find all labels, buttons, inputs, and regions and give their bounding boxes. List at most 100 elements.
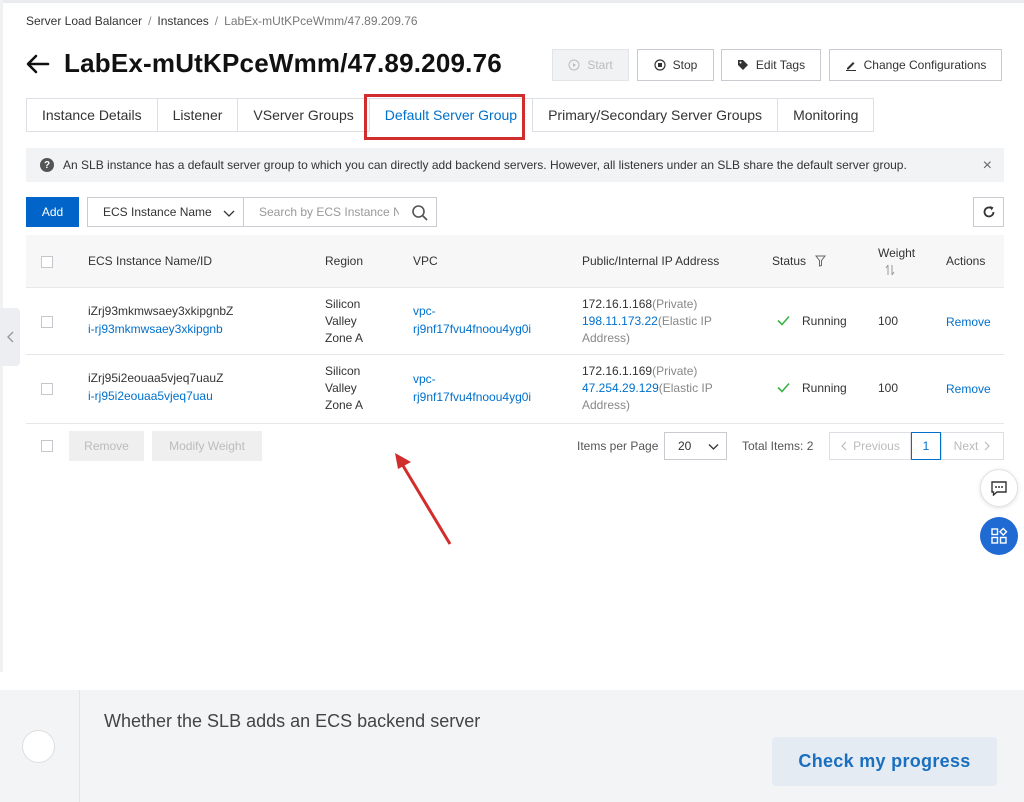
apps-float-button[interactable]	[980, 517, 1018, 555]
status-text: Running	[802, 381, 847, 395]
previous-page-button[interactable]: Previous	[829, 432, 911, 460]
current-page: 1	[922, 439, 930, 453]
check-progress-button[interactable]: Check my progress	[772, 737, 997, 786]
instance-name: iZrj95i2eouaa5vjeq7uauZ	[88, 371, 224, 385]
instance-id-link[interactable]: i-rj93mkmwsaey3xkipgnb	[88, 321, 223, 338]
page-title: LabEx-mUtKPceWmm/47.89.209.76	[64, 48, 502, 78]
table-header: ECS Instance Name/ID Region VPC Public/I…	[26, 235, 1004, 288]
stop-label: Stop	[672, 58, 698, 72]
refresh-icon	[983, 206, 994, 218]
column-header-ip: Public/Internal IP Address	[582, 254, 720, 268]
annotation-arrow-icon	[395, 453, 452, 545]
row-checkbox[interactable]	[41, 383, 53, 395]
edit-icon	[845, 62, 856, 71]
items-per-page-label: Items per Page	[577, 439, 659, 453]
vpc-link[interactable]: vpc-	[413, 371, 436, 388]
breadcrumb-separator: /	[214, 14, 219, 28]
tab-primary-secondary-server-groups[interactable]: Primary/Secondary Server Groups	[532, 98, 778, 132]
vpc-link-id[interactable]: rj9nf17fvu4fnoou4yg0i	[413, 321, 531, 338]
bulk-remove-button[interactable]: Remove	[69, 431, 144, 461]
sort-icon[interactable]	[885, 264, 895, 276]
sidebar-collapse-handle[interactable]	[0, 308, 20, 366]
private-ip-value: 172.16.1.169	[582, 364, 653, 378]
region-line: Valley	[325, 381, 357, 395]
tab-monitoring[interactable]: Monitoring	[777, 98, 875, 132]
edit-tags-button[interactable]: Edit Tags	[721, 49, 821, 81]
title-row: LabEx-mUtKPceWmm/47.89.209.76	[26, 48, 502, 79]
public-ip-value[interactable]: 198.11.173.22	[582, 314, 658, 328]
previous-label: Previous	[853, 439, 900, 453]
items-per-page-value: 20	[678, 439, 692, 453]
chat-icon	[991, 481, 1007, 496]
tab-instance-details[interactable]: Instance Details	[26, 98, 157, 132]
start-button[interactable]: Start	[552, 49, 629, 81]
notice-text: An SLB instance has a default server gro…	[63, 158, 907, 172]
public-ip-value[interactable]: 47.254.29.129	[582, 381, 659, 395]
chevron-right-icon	[984, 441, 991, 451]
next-page-button[interactable]: Next	[941, 432, 1004, 460]
remove-link[interactable]: Remove	[946, 314, 991, 331]
public-ip-label: (Elastic IP	[658, 381, 713, 395]
row-checkbox[interactable]	[41, 316, 53, 328]
breadcrumb-instances[interactable]: Instances	[157, 14, 208, 28]
page: Server Load Balancer / Instances / LabEx-mUt…	[0, 0, 1024, 802]
vpc-link-id[interactable]: rj9nf17fvu4fnoou4yg0i	[413, 389, 531, 406]
private-ip-label: (Private)	[652, 297, 698, 311]
column-header-weight: Weight	[878, 246, 916, 260]
column-header-region: Region	[325, 254, 364, 268]
next-label: Next	[953, 439, 979, 453]
tab-vserver-groups[interactable]: VServer Groups	[237, 98, 369, 132]
column-header-actions: Actions	[946, 254, 986, 268]
remove-link[interactable]: Remove	[946, 381, 991, 398]
table-row: iZrj95i2eouaa5vjeq7uauZ i-rj95i2eouaa5vj…	[26, 355, 1004, 424]
change-configurations-button[interactable]: Change Configurations	[829, 49, 1002, 81]
chevron-down-icon	[223, 210, 235, 217]
task-status-indicator	[22, 730, 55, 763]
page-1-button[interactable]: 1	[911, 432, 941, 460]
search-box	[243, 197, 437, 227]
check-icon	[777, 315, 790, 326]
chevron-left-icon	[6, 331, 13, 343]
public-ip-label-cont: Address)	[582, 398, 631, 412]
region-line: Valley	[325, 314, 357, 328]
vpc-link[interactable]: vpc-	[413, 303, 436, 320]
search-icon[interactable]	[411, 204, 429, 222]
check-icon	[777, 382, 790, 393]
modify-weight-button[interactable]: Modify Weight	[152, 431, 262, 461]
tag-icon	[737, 60, 748, 70]
items-per-page-select[interactable]: 20	[664, 432, 727, 460]
filter-icon[interactable]	[815, 255, 826, 267]
chevron-down-icon	[708, 444, 719, 450]
private-ip: 172.16.1.169(Private)	[582, 363, 697, 380]
add-button[interactable]: Add	[26, 197, 79, 227]
region-line: Zone A	[325, 331, 364, 345]
stop-button[interactable]: Stop	[637, 49, 714, 81]
info-notice: ? An SLB instance has a default server g…	[26, 148, 1004, 182]
back-arrow-icon[interactable]	[26, 49, 52, 79]
private-ip-value: 172.16.1.168	[582, 297, 653, 311]
region-line: Zone A	[325, 398, 364, 412]
breadcrumb-slb[interactable]: Server Load Balancer	[26, 14, 142, 28]
column-header-status: Status	[772, 254, 807, 268]
filter-selected-value: ECS Instance Name	[103, 205, 212, 219]
table-row: iZrj93mkmwsaey3xkipgnbZ i-rj93mkmwsaey3x…	[26, 288, 1004, 355]
instance-id-link[interactable]: i-rj95i2eouaa5vjeq7uau	[88, 388, 213, 405]
chat-float-button[interactable]	[980, 469, 1018, 507]
play-circle-icon	[568, 59, 580, 71]
edit-tags-label: Edit Tags	[755, 58, 806, 72]
private-ip: 172.16.1.168(Private)	[582, 296, 697, 313]
start-label: Start	[587, 58, 613, 72]
stop-circle-icon	[654, 59, 666, 71]
search-input[interactable]	[259, 205, 399, 219]
tab-listener[interactable]: Listener	[156, 98, 238, 132]
task-question: Whether the SLB adds an ECS backend serv…	[104, 711, 481, 731]
close-icon[interactable]: ×	[983, 157, 992, 175]
footer-select-all-checkbox[interactable]	[41, 440, 53, 452]
total-items: Total Items: 2	[742, 439, 814, 453]
weight-value: 100	[878, 381, 899, 395]
top-border	[0, 0, 1024, 3]
select-all-checkbox[interactable]	[41, 256, 53, 268]
refresh-button[interactable]	[973, 197, 1004, 227]
public-ip-label-cont: Address)	[582, 331, 631, 345]
filter-select[interactable]: ECS Instance Name	[87, 197, 244, 227]
